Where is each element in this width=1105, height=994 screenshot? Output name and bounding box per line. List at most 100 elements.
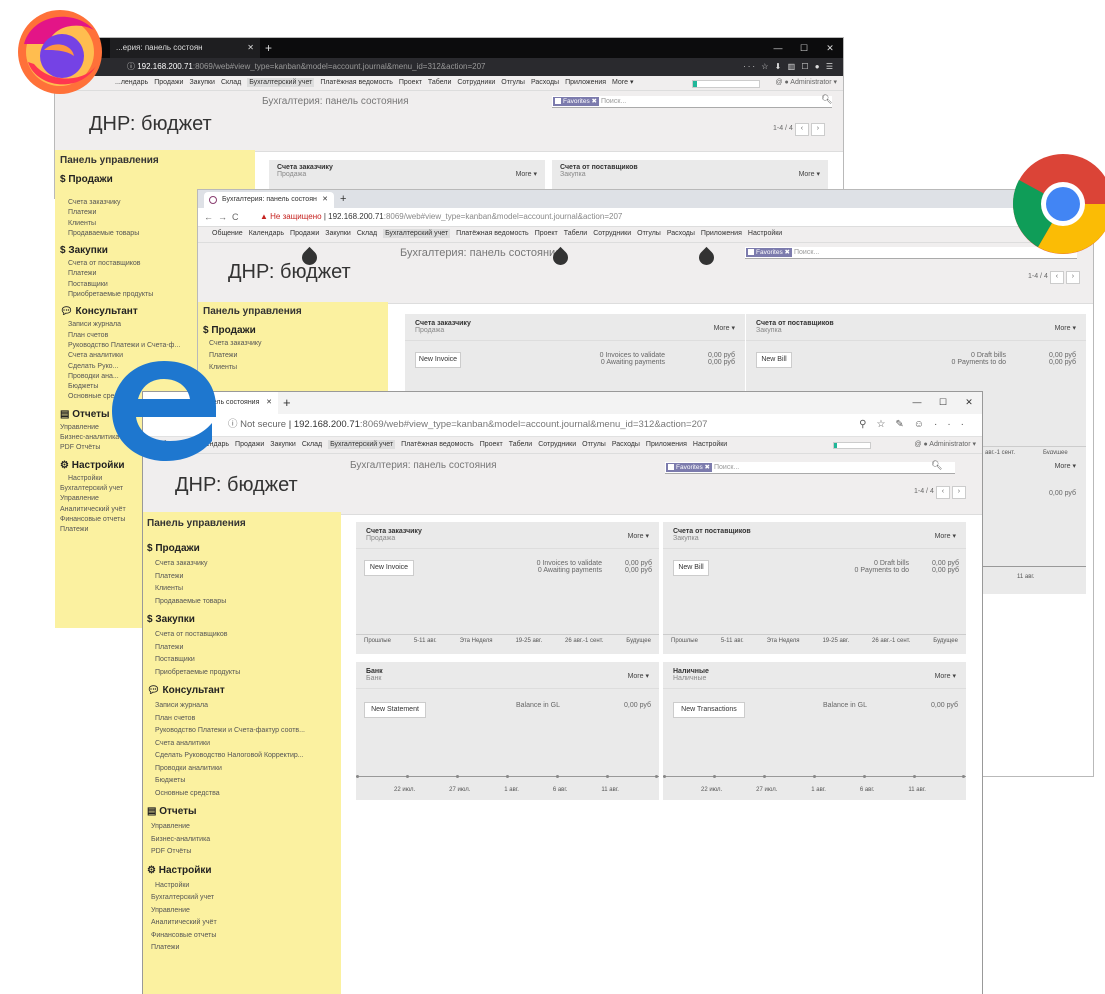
menu-item[interactable]: Приложения bbox=[565, 79, 606, 86]
menu-item[interactable]: Склад bbox=[302, 441, 322, 448]
sidebar-item[interactable]: Платежи bbox=[68, 269, 198, 279]
sidebar-item[interactable]: Поставщики bbox=[68, 280, 198, 290]
menu-item[interactable]: Склад bbox=[221, 79, 241, 86]
sidebar-item[interactable]: Продаваемые товары bbox=[147, 596, 337, 609]
menu-item[interactable]: Сотрудники bbox=[457, 79, 495, 86]
menu-item[interactable]: Закупки bbox=[325, 230, 351, 237]
new-bill-button[interactable]: New Bill bbox=[756, 352, 792, 368]
menu-item[interactable]: Проект bbox=[480, 441, 503, 448]
new-bill-button[interactable]: New Bill bbox=[673, 560, 709, 576]
more-dropdown[interactable]: More ▾ bbox=[935, 672, 956, 680]
prev-page-button[interactable]: ‹ bbox=[1049, 271, 1064, 284]
minimize-icon[interactable]: — bbox=[765, 38, 791, 58]
menu-item[interactable]: Бухгалтерский учет bbox=[328, 440, 396, 449]
menu-item[interactable]: Платёжная ведомость bbox=[401, 441, 474, 448]
sidebar-item[interactable]: Клиенты bbox=[68, 219, 198, 229]
sidebar-item[interactable]: Записи журнала bbox=[147, 700, 337, 713]
menu-item[interactable]: Бухгалтерский учет bbox=[247, 78, 315, 87]
search-icon[interactable]: 🔍︎ bbox=[821, 94, 832, 105]
sidebar-item[interactable]: Сделать Руководство Налоговой Корректир.… bbox=[147, 750, 337, 763]
sidebar-item[interactable]: Продаваемые товары bbox=[68, 229, 198, 239]
sidebar-item[interactable]: Записи журнала bbox=[68, 320, 198, 330]
user-menu[interactable]: @ ● Administrator ▾ bbox=[914, 437, 976, 453]
next-page-button[interactable]: › bbox=[810, 123, 825, 136]
more-dropdown[interactable]: More ▾ bbox=[1055, 462, 1076, 470]
menu-item[interactable]: Табели bbox=[428, 79, 451, 86]
sidebar-item[interactable]: Счета заказчику bbox=[68, 198, 198, 208]
sidebar-item[interactable]: Управление bbox=[147, 905, 337, 918]
url-field[interactable]: ⓘ 192.168.200.71:8069/web#view_type=kanb… bbox=[127, 60, 687, 74]
menu-item[interactable]: Приложения bbox=[646, 441, 687, 448]
prev-page-button[interactable]: ‹ bbox=[794, 123, 809, 136]
sidebar-item[interactable]: Настройки bbox=[147, 880, 337, 893]
new-tab-icon[interactable]: + bbox=[340, 190, 346, 208]
sidebar-item[interactable]: План счетов bbox=[68, 331, 198, 341]
menu-item[interactable]: Продажи bbox=[290, 230, 319, 237]
sidebar-item[interactable]: Поставщики bbox=[147, 654, 337, 667]
new-statement-button[interactable]: New Statement bbox=[364, 702, 426, 718]
sidebar-item[interactable]: Приобретаемые продукты bbox=[68, 290, 198, 300]
menu-item[interactable]: Отгулы bbox=[637, 230, 661, 237]
menu-item[interactable]: Расходы bbox=[612, 441, 640, 448]
more-dropdown[interactable]: More ▾ bbox=[799, 170, 820, 178]
sidebar-item[interactable]: Проводки аналитики bbox=[147, 763, 337, 776]
sidebar-item[interactable]: Аналитический учёт bbox=[147, 917, 337, 930]
user-menu[interactable]: @ ● Administrator ▾ bbox=[775, 76, 837, 90]
chrome-tab[interactable]: Бухгалтерия: панель состоян ✕ bbox=[204, 192, 334, 208]
close-icon[interactable]: ✕ bbox=[817, 38, 843, 58]
favorites-facet[interactable]: Favorites ✖ bbox=[746, 248, 792, 257]
menu-item[interactable]: Продажи bbox=[154, 79, 183, 86]
search-icon[interactable]: 🔍︎ bbox=[931, 460, 942, 471]
menu-item[interactable]: More ▾ bbox=[612, 79, 633, 86]
sidebar-item[interactable]: Основные средства bbox=[147, 788, 337, 801]
sidebar-item[interactable]: Бухгалтерский учет bbox=[147, 892, 337, 905]
favorites-facet[interactable]: Favorites ✖ bbox=[553, 97, 599, 106]
new-tab-icon[interactable]: + bbox=[265, 38, 272, 58]
menu-item[interactable]: Табели bbox=[509, 441, 532, 448]
sidebar-item[interactable]: Бюджеты bbox=[147, 775, 337, 788]
sidebar-item[interactable]: Руководство Платежи и Счета-ф... bbox=[68, 341, 198, 351]
new-invoice-button[interactable]: New Invoice bbox=[364, 560, 414, 576]
next-page-button[interactable]: › bbox=[1065, 271, 1080, 284]
menu-item[interactable]: Сотрудники bbox=[593, 230, 631, 237]
menu-item[interactable]: Проект bbox=[399, 79, 422, 86]
more-dropdown[interactable]: More ▾ bbox=[628, 532, 649, 540]
prev-page-button[interactable]: ‹ bbox=[935, 486, 950, 499]
sidebar-item[interactable]: Управление bbox=[147, 821, 337, 834]
close-tab-icon[interactable]: ✕ bbox=[266, 392, 272, 414]
close-tab-icon[interactable]: ✕ bbox=[247, 38, 254, 58]
menu-item[interactable]: Платёжная ведомость bbox=[456, 230, 529, 237]
sidebar-item[interactable]: Платежи bbox=[147, 571, 337, 584]
more-dropdown[interactable]: More ▾ bbox=[628, 672, 649, 680]
more-dropdown[interactable]: More ▾ bbox=[1055, 324, 1076, 332]
menu-item[interactable]: Платёжная ведомость bbox=[320, 79, 393, 86]
close-tab-icon[interactable]: ✕ bbox=[322, 192, 328, 208]
sidebar-item[interactable]: Счета аналитики bbox=[147, 738, 337, 751]
firefox-tab[interactable]: ...ерия: панель состоян ✕ bbox=[110, 38, 260, 58]
menu-item[interactable]: Настройки bbox=[748, 230, 782, 237]
new-tab-icon[interactable]: + bbox=[283, 392, 291, 414]
sidebar-item[interactable]: Счета от поставщиков bbox=[147, 629, 337, 642]
sidebar-item[interactable]: PDF Отчёты bbox=[147, 846, 337, 859]
more-dropdown[interactable]: More ▾ bbox=[714, 324, 735, 332]
sidebar-item[interactable]: Счета заказчику bbox=[209, 338, 388, 350]
search-input[interactable]: Favorites ✖ Поиск... bbox=[552, 96, 832, 108]
maximize-icon[interactable]: ☐ bbox=[791, 38, 817, 58]
menu-item[interactable]: ...лендарь bbox=[115, 79, 148, 86]
sidebar-item[interactable]: Счета заказчику bbox=[147, 558, 337, 571]
menu-item[interactable]: Проект bbox=[535, 230, 558, 237]
breadcrumb[interactable]: Бухгалтерия: панель состояния bbox=[350, 460, 497, 471]
sidebar-item[interactable]: Бизнес-аналитика bbox=[147, 834, 337, 847]
sidebar-item[interactable]: Финансовые отчеты bbox=[147, 930, 337, 943]
nav-buttons[interactable]: ←→C bbox=[204, 208, 244, 226]
menu-item[interactable]: Отгулы bbox=[582, 441, 606, 448]
menu-item[interactable]: Продажи bbox=[235, 441, 264, 448]
menu-item[interactable]: Табели bbox=[564, 230, 587, 237]
menu-item[interactable]: Бухгалтерский учет bbox=[383, 229, 451, 238]
breadcrumb[interactable]: Бухгалтерия: панель состояния bbox=[400, 247, 561, 259]
sidebar-item[interactable]: Клиенты bbox=[209, 362, 388, 374]
menu-item[interactable]: Сотрудники bbox=[538, 441, 576, 448]
sidebar-item[interactable]: Платежи bbox=[147, 942, 337, 955]
sidebar-item[interactable]: Платежи bbox=[209, 350, 388, 362]
menu-item[interactable]: Склад bbox=[357, 230, 377, 237]
